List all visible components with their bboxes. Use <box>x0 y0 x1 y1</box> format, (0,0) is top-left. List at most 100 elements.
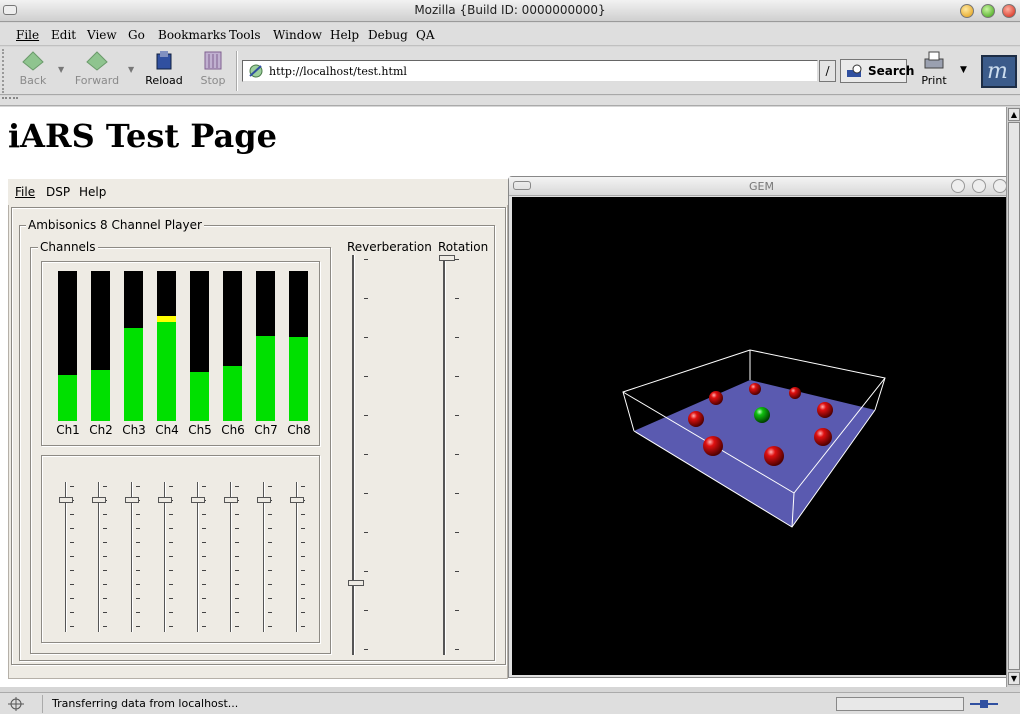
gem-title: GEM <box>749 180 774 193</box>
channel-gain-slider-ch7[interactable] <box>257 482 272 632</box>
speaker-sphere-6 <box>814 428 832 446</box>
url-history-dropdown[interactable]: / <box>819 60 836 82</box>
speaker-sphere-1 <box>749 383 761 395</box>
search-button[interactable]: Search <box>840 59 914 83</box>
speaker-sphere-8 <box>764 446 784 466</box>
menu-file[interactable]: File <box>16 28 39 42</box>
speaker-sphere-2 <box>789 387 801 399</box>
reload-button[interactable]: Reload <box>139 50 189 87</box>
scroll-thumb[interactable] <box>1008 122 1020 670</box>
speaker-sphere-3 <box>709 391 723 405</box>
reload-icon <box>156 51 172 70</box>
sound-field-scene <box>622 349 886 528</box>
channel-label: Ch8 <box>287 423 311 437</box>
personal-toolbar-collapsed[interactable] <box>0 96 1020 106</box>
slider-thumb[interactable] <box>125 497 139 503</box>
menu-edit[interactable]: Edit <box>51 28 76 42</box>
menu-view[interactable]: View <box>87 28 117 42</box>
vertical-scrollbar[interactable]: ▲ ▼ <box>1006 107 1020 687</box>
stop-icon <box>204 51 222 70</box>
level-meter-ch6 <box>223 271 242 421</box>
channel-label: Ch4 <box>155 423 179 437</box>
scroll-down-arrow[interactable]: ▼ <box>1008 672 1020 685</box>
level-fill <box>91 370 110 421</box>
reverberation-slider[interactable] <box>348 255 372 657</box>
scroll-up-arrow[interactable]: ▲ <box>1008 108 1020 121</box>
level-meter-ch3 <box>124 271 143 421</box>
back-arrow-icon <box>22 51 44 71</box>
channel-gain-slider-ch6[interactable] <box>224 482 239 632</box>
mozilla-logo-icon[interactable]: m <box>981 55 1017 88</box>
menu-go[interactable]: Go <box>128 28 145 42</box>
security-icon[interactable] <box>6 696 26 712</box>
player-group-title: Ambisonics 8 Channel Player <box>26 218 204 232</box>
print-button[interactable]: Print <box>909 50 959 87</box>
slider-thumb[interactable] <box>92 497 106 503</box>
reverberation-label: Reverberation <box>347 240 432 254</box>
online-status-icon[interactable] <box>970 697 998 711</box>
menu-help[interactable]: Help <box>330 28 359 42</box>
forward-arrow-icon <box>86 51 108 71</box>
minimize-button[interactable] <box>960 4 974 18</box>
channel-label: Ch6 <box>221 423 245 437</box>
stop-button[interactable]: Stop <box>188 50 238 87</box>
url-field[interactable]: http://localhost/test.html <box>242 60 818 82</box>
level-meter-ch5 <box>190 271 209 421</box>
applet-menu-help[interactable]: Help <box>79 185 106 199</box>
menu-bookmarks[interactable]: Bookmarks <box>158 28 226 42</box>
slider-thumb[interactable] <box>348 580 364 587</box>
level-fill <box>58 374 77 421</box>
level-fill <box>289 337 308 421</box>
gem-minimize-button[interactable] <box>951 179 965 193</box>
back-button[interactable]: Back <box>8 50 58 87</box>
rotation-label: Rotation <box>438 240 489 254</box>
gem-maximize-button[interactable] <box>972 179 986 193</box>
applet-menu-bar: File DSP Help <box>8 179 508 205</box>
gem-close-button[interactable] <box>993 179 1007 193</box>
slider-thumb[interactable] <box>257 497 271 503</box>
applet-menu-file[interactable]: File <box>15 185 35 199</box>
printer-icon <box>924 51 944 69</box>
gem-3d-canvas[interactable] <box>512 197 1012 675</box>
maximize-button[interactable] <box>981 4 995 18</box>
channel-gain-slider-ch5[interactable] <box>191 482 206 632</box>
slider-thumb[interactable] <box>158 497 172 503</box>
listener-sphere <box>754 407 770 423</box>
gem-title-bar: GEM <box>509 177 1014 196</box>
channel-gain-slider-ch2[interactable] <box>92 482 107 632</box>
menu-debug[interactable]: Debug <box>368 28 408 42</box>
forward-button[interactable]: Forward <box>72 50 122 87</box>
channel-gain-slider-ch3[interactable] <box>125 482 140 632</box>
speaker-sphere-5 <box>688 411 704 427</box>
menu-qa[interactable]: QA <box>416 28 435 42</box>
meters-panel <box>41 261 320 446</box>
forward-dropdown-icon[interactable]: ▼ <box>128 65 134 74</box>
close-button[interactable] <box>1002 4 1016 18</box>
level-meter-ch2 <box>91 271 110 421</box>
menu-tools[interactable]: Tools <box>229 28 261 42</box>
speaker-sphere-7 <box>703 436 723 456</box>
page-proxy-icon[interactable] <box>247 63 265 79</box>
level-meter-ch7 <box>256 271 275 421</box>
back-dropdown-icon[interactable]: ▼ <box>58 65 64 74</box>
channel-gain-slider-ch4[interactable] <box>158 482 173 632</box>
level-fill <box>124 328 143 421</box>
menu-window[interactable]: Window <box>273 28 322 42</box>
rotation-slider[interactable] <box>439 255 463 657</box>
slider-thumb[interactable] <box>439 255 455 261</box>
slider-thumb[interactable] <box>224 497 238 503</box>
channel-gain-slider-ch8[interactable] <box>290 482 305 632</box>
slider-thumb[interactable] <box>290 497 304 503</box>
slider-thumb[interactable] <box>191 497 205 503</box>
level-meter-ch8 <box>289 271 308 421</box>
channel-label: Ch1 <box>56 423 80 437</box>
channel-gain-slider-ch1[interactable] <box>59 482 74 632</box>
applet-menu-dsp[interactable]: DSP <box>46 185 70 199</box>
slider-thumb[interactable] <box>59 497 73 503</box>
level-fill <box>190 371 209 421</box>
level-fill <box>157 322 176 421</box>
url-text: http://localhost/test.html <box>269 65 407 78</box>
status-separator <box>42 695 43 713</box>
print-dropdown-icon[interactable]: ▼ <box>960 65 967 75</box>
window-title-bar: Mozilla {Build ID: 0000000000} <box>0 0 1020 22</box>
